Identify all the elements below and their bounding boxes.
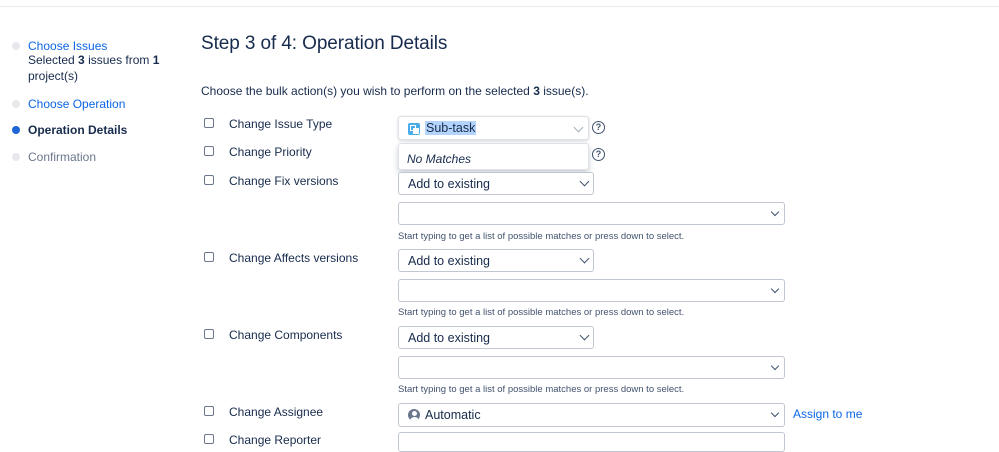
components-label: Change Components: [229, 328, 343, 342]
assignee-checkbox[interactable]: [204, 406, 214, 416]
chevron-down-icon[interactable]: [770, 207, 780, 217]
affects-versions-input[interactable]: [398, 279, 785, 302]
chevron-down-icon: [579, 176, 590, 187]
no-matches-message: No Matches: [407, 152, 472, 166]
fix-versions-input[interactable]: [398, 202, 785, 225]
issue-type-checkbox[interactable]: [204, 118, 214, 128]
assignee-label: Change Assignee: [229, 405, 324, 419]
help-icon[interactable]: ?: [592, 121, 605, 134]
step-dot-current: [12, 126, 20, 134]
chevron-down-icon: [770, 408, 780, 418]
fix-versions-hint: Start typing to get a list of possible m…: [398, 231, 685, 242]
mode-value: Add to existing: [408, 177, 490, 191]
issue-type-label: Change Issue Type: [229, 117, 333, 131]
chevron-down-icon[interactable]: [770, 284, 780, 294]
selection-summary: Selected 3 issues from 1 project(s): [28, 53, 160, 83]
reporter-select[interactable]: [398, 432, 785, 452]
help-icon[interactable]: ?: [592, 148, 605, 161]
step-dot: [12, 153, 20, 161]
step-label[interactable]: Choose Issues: [28, 38, 172, 54]
fix-versions-checkbox[interactable]: [204, 175, 214, 185]
components-checkbox[interactable]: [204, 329, 214, 339]
page-title: Step 3 of 4: Operation Details: [201, 33, 448, 54]
assignee-value: Automatic: [425, 408, 481, 422]
priority-checkbox[interactable]: [204, 146, 214, 156]
step-dot: [12, 42, 20, 50]
components-hint: Start typing to get a list of possible m…: [398, 384, 685, 395]
issue-type-value[interactable]: Sub-task: [425, 121, 477, 135]
step-label: Operation Details: [28, 123, 128, 137]
reporter-checkbox[interactable]: [204, 434, 214, 444]
mode-value: Add to existing: [408, 331, 490, 345]
components-mode-select[interactable]: Add to existing: [398, 326, 594, 349]
assignee-select[interactable]: Automatic: [398, 403, 785, 427]
components-input[interactable]: [398, 356, 785, 379]
chevron-down-icon[interactable]: [573, 122, 584, 133]
intro-text: Choose the bulk action(s) you wish to pe…: [201, 84, 589, 98]
step-label: Confirmation: [28, 150, 97, 164]
user-avatar-icon: [408, 409, 420, 421]
step-label[interactable]: Choose Operation: [28, 96, 172, 112]
assign-to-me-link[interactable]: Assign to me: [793, 407, 862, 421]
issue-type-select[interactable]: Sub-task: [398, 116, 589, 140]
priority-label: Change Priority: [229, 145, 312, 159]
chevron-down-icon: [579, 253, 590, 264]
mode-value: Add to existing: [408, 254, 490, 268]
affects-versions-mode-select[interactable]: Add to existing: [398, 249, 594, 272]
fix-versions-mode-select[interactable]: Add to existing: [398, 172, 594, 195]
fix-versions-label: Change Fix versions: [229, 174, 339, 188]
step-dot: [12, 100, 20, 108]
chevron-down-icon: [579, 330, 590, 341]
top-divider: [0, 6, 999, 7]
issue-type-dropdown: No Matches: [398, 143, 589, 170]
subtask-icon: [408, 123, 420, 135]
affects-versions-checkbox[interactable]: [204, 252, 214, 262]
affects-versions-label: Change Affects versions: [229, 251, 359, 265]
reporter-label: Change Reporter: [229, 433, 322, 447]
affects-versions-hint: Start typing to get a list of possible m…: [398, 307, 685, 318]
chevron-down-icon[interactable]: [770, 361, 780, 371]
